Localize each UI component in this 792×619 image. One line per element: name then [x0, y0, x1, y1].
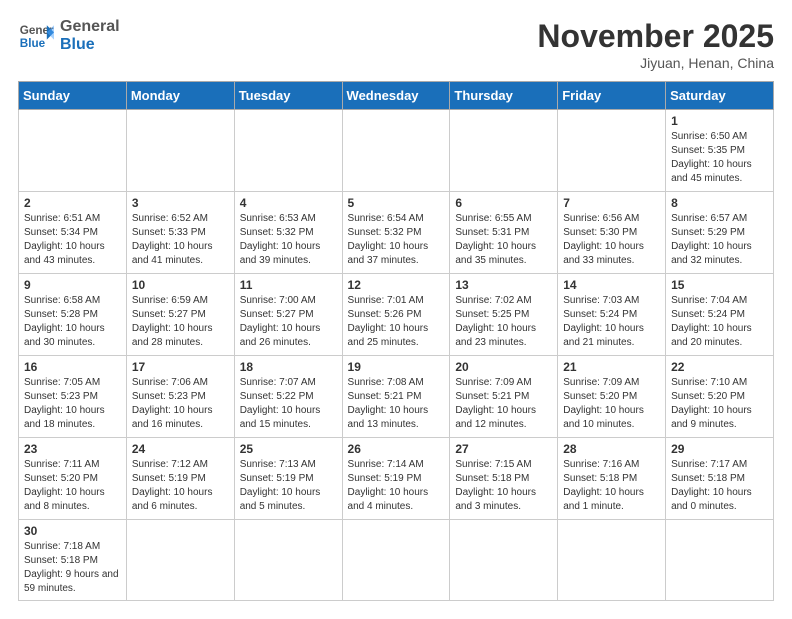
day-5: 5 Sunrise: 6:54 AMSunset: 5:32 PMDayligh…: [342, 192, 450, 274]
day-21: 21 Sunrise: 7:09 AMSunset: 5:20 PMDaylig…: [558, 356, 666, 438]
title-block: November 2025 Jiyuan, Henan, China: [537, 18, 774, 71]
logo-icon: General Blue: [18, 18, 54, 54]
day-14: 14 Sunrise: 7:03 AMSunset: 5:24 PMDaylig…: [558, 274, 666, 356]
day-22: 22 Sunrise: 7:10 AMSunset: 5:20 PMDaylig…: [666, 356, 774, 438]
header-wednesday: Wednesday: [342, 82, 450, 110]
day-16: 16 Sunrise: 7:05 AMSunset: 5:23 PMDaylig…: [19, 356, 127, 438]
table-row: 1 Sunrise: 6:50 AMSunset: 5:35 PMDayligh…: [19, 110, 774, 192]
table-row: 30 Sunrise: 7:18 AMSunset: 5:18 PMDaylig…: [19, 520, 774, 601]
header-saturday: Saturday: [666, 82, 774, 110]
calendar-table: Sunday Monday Tuesday Wednesday Thursday…: [18, 81, 774, 601]
day-empty: [126, 110, 234, 192]
weekday-header-row: Sunday Monday Tuesday Wednesday Thursday…: [19, 82, 774, 110]
day-13: 13 Sunrise: 7:02 AMSunset: 5:25 PMDaylig…: [450, 274, 558, 356]
header-monday: Monday: [126, 82, 234, 110]
day-7: 7 Sunrise: 6:56 AMSunset: 5:30 PMDayligh…: [558, 192, 666, 274]
day-empty: [666, 520, 774, 601]
day-empty: [342, 520, 450, 601]
day-15: 15 Sunrise: 7:04 AMSunset: 5:24 PMDaylig…: [666, 274, 774, 356]
logo-general: General: [60, 18, 120, 36]
day-1: 1 Sunrise: 6:50 AMSunset: 5:35 PMDayligh…: [666, 110, 774, 192]
day-empty: [558, 110, 666, 192]
day-12: 12 Sunrise: 7:01 AMSunset: 5:26 PMDaylig…: [342, 274, 450, 356]
header-tuesday: Tuesday: [234, 82, 342, 110]
day-empty: [450, 520, 558, 601]
day-9: 9 Sunrise: 6:58 AMSunset: 5:28 PMDayligh…: [19, 274, 127, 356]
logo: General Blue General Blue: [18, 18, 120, 54]
day-24: 24 Sunrise: 7:12 AMSunset: 5:19 PMDaylig…: [126, 438, 234, 520]
page: General Blue General Blue November 2025 …: [0, 0, 792, 619]
month-title: November 2025: [537, 18, 774, 55]
day-20: 20 Sunrise: 7:09 AMSunset: 5:21 PMDaylig…: [450, 356, 558, 438]
day-26: 26 Sunrise: 7:14 AMSunset: 5:19 PMDaylig…: [342, 438, 450, 520]
day-empty: [342, 110, 450, 192]
svg-text:Blue: Blue: [20, 37, 46, 50]
day-19: 19 Sunrise: 7:08 AMSunset: 5:21 PMDaylig…: [342, 356, 450, 438]
day-empty: [234, 110, 342, 192]
day-17: 17 Sunrise: 7:06 AMSunset: 5:23 PMDaylig…: [126, 356, 234, 438]
day-empty: [126, 520, 234, 601]
day-28: 28 Sunrise: 7:16 AMSunset: 5:18 PMDaylig…: [558, 438, 666, 520]
day-empty: [450, 110, 558, 192]
day-11: 11 Sunrise: 7:00 AMSunset: 5:27 PMDaylig…: [234, 274, 342, 356]
day-4: 4 Sunrise: 6:53 AMSunset: 5:32 PMDayligh…: [234, 192, 342, 274]
table-row: 9 Sunrise: 6:58 AMSunset: 5:28 PMDayligh…: [19, 274, 774, 356]
table-row: 2 Sunrise: 6:51 AMSunset: 5:34 PMDayligh…: [19, 192, 774, 274]
header-sunday: Sunday: [19, 82, 127, 110]
day-2: 2 Sunrise: 6:51 AMSunset: 5:34 PMDayligh…: [19, 192, 127, 274]
header-thursday: Thursday: [450, 82, 558, 110]
day-3: 3 Sunrise: 6:52 AMSunset: 5:33 PMDayligh…: [126, 192, 234, 274]
table-row: 23 Sunrise: 7:11 AMSunset: 5:20 PMDaylig…: [19, 438, 774, 520]
day-18: 18 Sunrise: 7:07 AMSunset: 5:22 PMDaylig…: [234, 356, 342, 438]
day-empty: [19, 110, 127, 192]
header: General Blue General Blue November 2025 …: [18, 18, 774, 71]
day-6: 6 Sunrise: 6:55 AMSunset: 5:31 PMDayligh…: [450, 192, 558, 274]
day-30: 30 Sunrise: 7:18 AMSunset: 5:18 PMDaylig…: [19, 520, 127, 601]
header-friday: Friday: [558, 82, 666, 110]
day-29: 29 Sunrise: 7:17 AMSunset: 5:18 PMDaylig…: [666, 438, 774, 520]
day-10: 10 Sunrise: 6:59 AMSunset: 5:27 PMDaylig…: [126, 274, 234, 356]
day-23: 23 Sunrise: 7:11 AMSunset: 5:20 PMDaylig…: [19, 438, 127, 520]
day-8: 8 Sunrise: 6:57 AMSunset: 5:29 PMDayligh…: [666, 192, 774, 274]
day-25: 25 Sunrise: 7:13 AMSunset: 5:19 PMDaylig…: [234, 438, 342, 520]
location: Jiyuan, Henan, China: [537, 55, 774, 71]
day-27: 27 Sunrise: 7:15 AMSunset: 5:18 PMDaylig…: [450, 438, 558, 520]
logo-blue: Blue: [60, 36, 120, 54]
table-row: 16 Sunrise: 7:05 AMSunset: 5:23 PMDaylig…: [19, 356, 774, 438]
day-empty: [234, 520, 342, 601]
day-empty: [558, 520, 666, 601]
